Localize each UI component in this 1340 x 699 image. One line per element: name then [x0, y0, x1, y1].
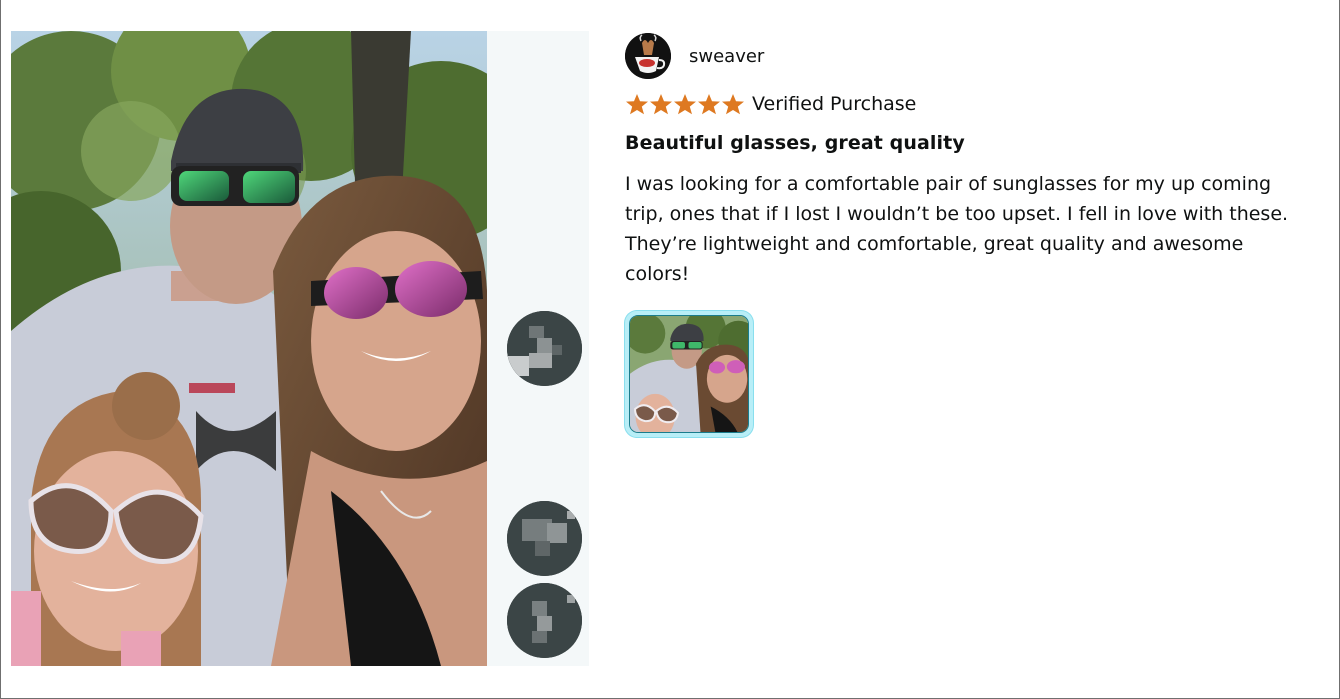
- review-panel: sweaver Verified Purchase Beautiful glas…: [625, 32, 1315, 437]
- star-icon: [722, 94, 744, 115]
- blurred-avatar-icon[interactable]: [507, 583, 582, 658]
- review-image-thumbnail[interactable]: [625, 311, 753, 437]
- review-photo-thumbnail: [629, 315, 749, 433]
- review-media-viewer: sweaver Verified Purchase Beautiful glas…: [0, 0, 1340, 699]
- coffee-cup-avatar-icon[interactable]: [625, 33, 671, 79]
- thumbnail-rail: [487, 31, 589, 666]
- star-icon: [674, 94, 696, 115]
- reviewer-name[interactable]: sweaver: [689, 46, 764, 67]
- reviewer-profile[interactable]: sweaver: [625, 32, 1315, 80]
- star-icon: [650, 94, 672, 115]
- review-title: Beautiful glasses, great quality: [625, 132, 965, 154]
- blurred-avatar-icon[interactable]: [507, 501, 582, 576]
- rating-row: Verified Purchase: [625, 93, 1315, 115]
- star-icon: [626, 94, 648, 115]
- star-rating[interactable]: [625, 93, 745, 115]
- star-icon: [698, 94, 720, 115]
- main-review-photo[interactable]: [11, 31, 487, 666]
- review-body: I was looking for a comfortable pair of …: [625, 173, 1289, 285]
- verified-purchase-badge: Verified Purchase: [752, 93, 917, 115]
- blurred-avatar-icon[interactable]: [507, 311, 582, 386]
